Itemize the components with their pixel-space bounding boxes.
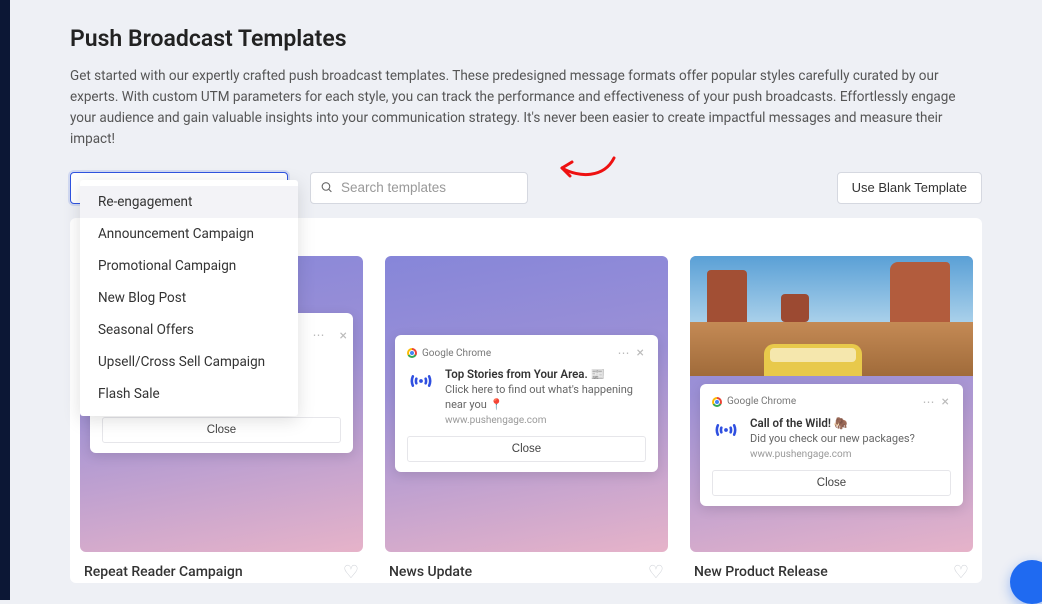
category-option[interactable]: Flash Sale xyxy=(80,378,298,410)
notif-url: www.pushengage.com xyxy=(445,415,646,426)
template-card[interactable]: Google Chrome ⋯ × xyxy=(385,256,668,552)
app-sidebar-strip xyxy=(0,0,10,600)
notif-desc: Did you check our new packages? xyxy=(750,432,951,447)
broadcast-icon xyxy=(712,416,740,460)
page-title: Push Broadcast Templates xyxy=(70,25,982,52)
category-option[interactable]: Announcement Campaign xyxy=(80,218,298,250)
notification-close-button[interactable]: Close xyxy=(712,470,951,496)
more-icon[interactable]: ⋯ xyxy=(614,346,635,360)
chrome-icon xyxy=(407,348,417,358)
template-title: New Product Release xyxy=(694,564,828,580)
search-input[interactable] xyxy=(310,172,528,204)
template-title: Repeat Reader Campaign xyxy=(84,564,243,580)
category-option[interactable]: Seasonal Offers xyxy=(80,314,298,346)
category-option[interactable]: New Blog Post xyxy=(80,282,298,314)
more-icon[interactable]: ⋯ xyxy=(309,328,330,344)
use-blank-template-button[interactable]: Use Blank Template xyxy=(837,172,982,204)
close-icon[interactable]: × xyxy=(635,345,646,361)
template-title: News Update xyxy=(389,564,472,580)
notification-close-button[interactable]: Close xyxy=(407,436,646,462)
notification-close-button[interactable]: Close xyxy=(102,417,341,443)
template-hero-image xyxy=(690,256,973,376)
notif-source: Google Chrome xyxy=(727,396,796,407)
category-option[interactable]: Upsell/Cross Sell Campaign xyxy=(80,346,298,378)
favorite-icon[interactable]: ♡ xyxy=(343,562,359,583)
more-icon[interactable]: ⋯ xyxy=(919,395,940,409)
notif-title: Call of the Wild! 🦣 xyxy=(750,416,951,430)
notif-url: www.pushengage.com xyxy=(750,449,951,460)
close-icon[interactable]: × xyxy=(940,394,951,410)
notification-preview: Google Chrome ⋯ × xyxy=(395,335,658,472)
search-templates[interactable] xyxy=(310,172,528,204)
category-option[interactable]: Promotional Campaign xyxy=(80,250,298,282)
template-card[interactable]: Google Chrome ⋯ × xyxy=(690,256,973,552)
notif-source: Google Chrome xyxy=(422,348,491,359)
notification-preview: Google Chrome ⋯ × xyxy=(700,384,963,506)
notif-desc: Click here to find out what's happening … xyxy=(445,383,646,413)
page-intro: Get started with our expertly crafted pu… xyxy=(70,66,982,150)
favorite-icon[interactable]: ♡ xyxy=(648,562,664,583)
category-option[interactable]: Re-engagement xyxy=(80,186,298,218)
broadcast-icon xyxy=(407,367,435,426)
notif-title: Top Stories from Your Area. 📰 xyxy=(445,367,646,381)
help-fab[interactable] xyxy=(1010,560,1042,604)
favorite-icon[interactable]: ♡ xyxy=(953,562,969,583)
category-dropdown: Re-engagement Announcement Campaign Prom… xyxy=(80,180,298,416)
chrome-icon xyxy=(712,397,722,407)
search-icon xyxy=(320,178,333,197)
close-icon[interactable]: × xyxy=(338,328,349,344)
